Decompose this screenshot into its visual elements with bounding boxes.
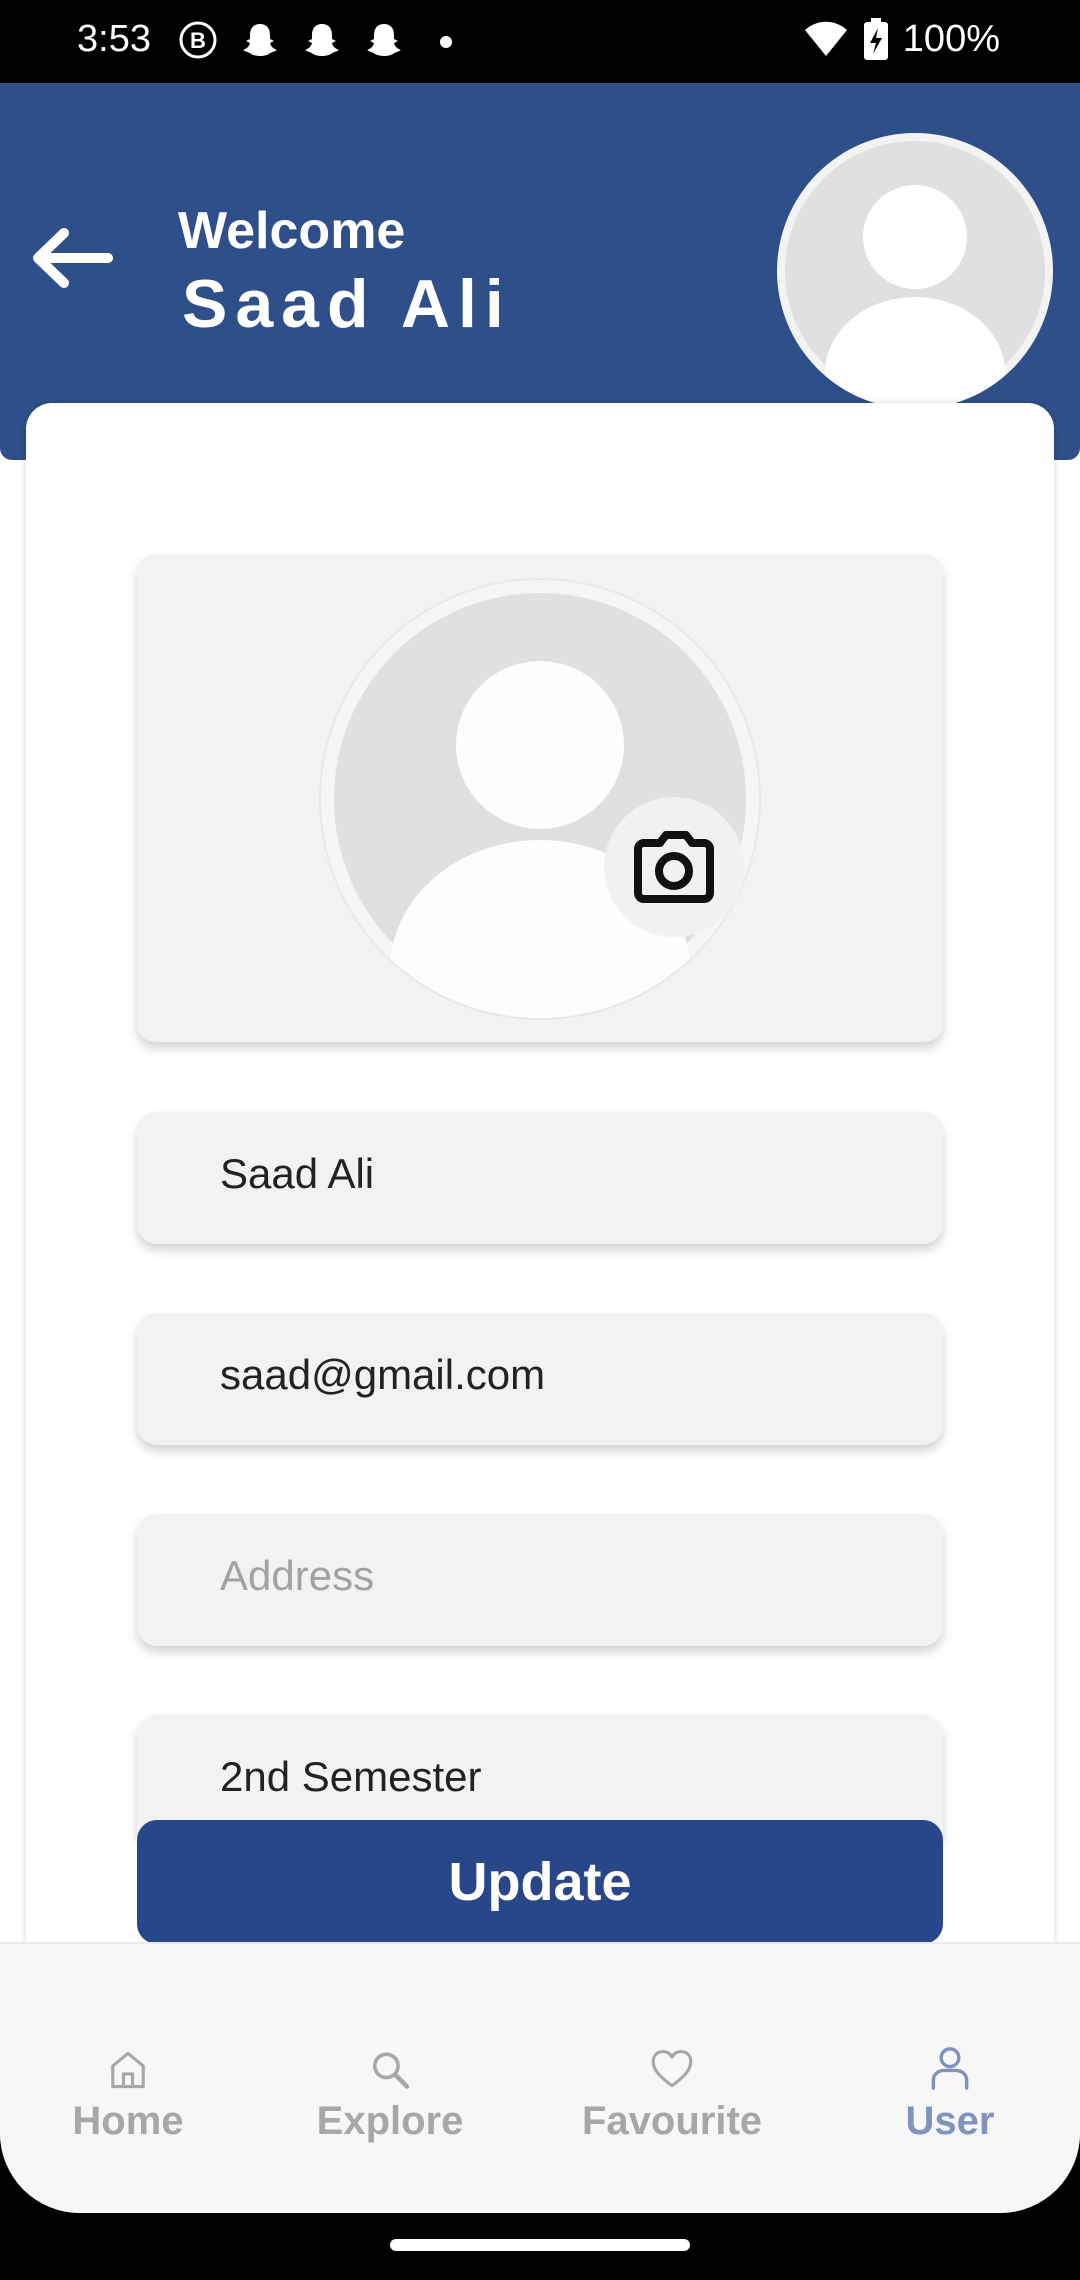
avatar-placeholder-icon: [785, 141, 1045, 409]
semester-input[interactable]: [220, 1753, 900, 1801]
notification-icons: B: [178, 20, 466, 60]
email-input[interactable]: [220, 1351, 900, 1399]
snapchat-icon: [367, 24, 401, 56]
back-arrow-icon[interactable]: [28, 223, 114, 293]
b-badge-icon: B: [179, 21, 217, 59]
change-photo-button[interactable]: [604, 797, 744, 937]
gesture-handle[interactable]: [390, 2239, 690, 2251]
heart-icon: [651, 2050, 693, 2088]
email-field[interactable]: [137, 1313, 943, 1445]
welcome-label: Welcome: [178, 202, 406, 260]
system-icons: 100%: [803, 16, 1000, 62]
header-avatar[interactable]: [777, 133, 1053, 409]
nav-item-home[interactable]: Home: [48, 1944, 208, 2144]
search-icon: [372, 2052, 410, 2089]
nav-item-explore[interactable]: Explore: [300, 1944, 480, 2144]
screen: 3:53 B 100% Welcome Saad Ali Saad Ali sa…: [0, 0, 1080, 2280]
camera-icon: [634, 831, 714, 903]
nav-item-favourite[interactable]: Favourite: [572, 1944, 772, 2144]
address-field[interactable]: [137, 1514, 943, 1646]
nav-label-explore: Explore: [316, 2099, 464, 2143]
home-icon: [111, 2051, 145, 2089]
dot-icon: [440, 36, 452, 48]
battery-percentage: 100%: [902, 17, 1000, 60]
nav-label-home: Home: [72, 2099, 184, 2143]
user-name: Saad Ali: [182, 266, 512, 342]
nav-label-user: User: [905, 2099, 995, 2143]
nav-label-favourite: Favourite: [581, 2099, 763, 2143]
status-time: 3:53: [77, 18, 151, 60]
user-icon: [931, 2047, 969, 2090]
name-field[interactable]: [137, 1112, 943, 1244]
address-input[interactable]: [220, 1552, 900, 1600]
nav-item-user[interactable]: User: [870, 1944, 1030, 2144]
battery-charging-icon: [863, 18, 888, 60]
snapchat-icon: [243, 24, 277, 56]
name-input[interactable]: [220, 1150, 900, 1198]
svg-text:B: B: [190, 28, 206, 53]
wifi-icon: [804, 21, 847, 56]
bottom-navigation: Home Explore Favourite User: [0, 1942, 1080, 2213]
update-button[interactable]: Update: [137, 1820, 943, 1944]
status-bar: 3:53 B 100%: [0, 0, 1080, 83]
snapchat-icon: [305, 24, 339, 56]
